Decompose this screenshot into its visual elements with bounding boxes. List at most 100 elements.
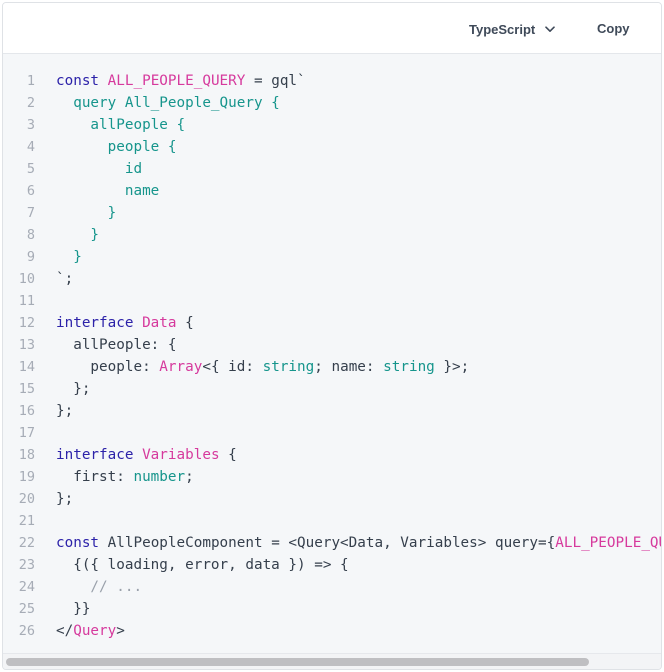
code-token: people { — [56, 139, 177, 155]
code-token: }; — [56, 403, 74, 419]
code-token: people: — [56, 359, 160, 375]
line-number: 5 — [26, 161, 35, 177]
code-token: }; — [56, 491, 74, 507]
code-token: const — [56, 73, 100, 89]
line-number: 13 — [18, 337, 35, 353]
code-text: `; — [56, 268, 73, 290]
code-token: first: — [56, 469, 134, 485]
code-editor: 1 const ALL_PEOPLE_QUERY = gql` 2 query Al… — [3, 54, 661, 669]
code-token: } — [56, 249, 82, 265]
line-number: 14 — [18, 359, 35, 375]
code-token: } — [56, 227, 100, 243]
code-token: { — [176, 315, 194, 331]
line-number: 16 — [18, 403, 35, 419]
line-number: 20 — [18, 491, 35, 507]
line-number: 15 — [18, 381, 35, 397]
code-text: id — [56, 158, 142, 180]
line-number: 4 — [26, 139, 35, 155]
code-token: string — [262, 359, 315, 375]
line-number: 26 — [18, 623, 35, 639]
code-text: } — [56, 246, 82, 268]
code-text: people { — [56, 136, 177, 158]
code-token: // ... — [56, 579, 143, 595]
code-token: `; — [56, 271, 74, 287]
code-token: name — [56, 183, 160, 199]
language-select[interactable]: TypeScript — [469, 19, 556, 39]
chevron-down-icon — [545, 25, 556, 32]
line-number: 12 — [18, 315, 35, 331]
code-token: allPeople { — [56, 117, 186, 133]
code-toolbar: TypeScript Copy — [3, 3, 661, 54]
code-token: string — [383, 359, 435, 375]
line-number: 2 — [26, 95, 35, 111]
code-token: > — [116, 623, 125, 639]
code-token: Data — [142, 315, 177, 331]
line-number: 8 — [26, 227, 35, 243]
code-text: }; — [56, 488, 73, 510]
code-token: interface — [56, 447, 134, 463]
scrollbar-thumb[interactable] — [6, 658, 589, 666]
code-text: first: number; — [56, 466, 194, 488]
code-text: }} — [56, 598, 90, 620]
code-token: ALL_PEOPLE_QUERY — [555, 535, 661, 551]
code-text: }; — [56, 378, 90, 400]
line-number: 17 — [18, 425, 35, 441]
line-number: 24 — [18, 579, 35, 595]
code-block: TypeScript Copy 1 const ALL_PEOPLE_QUERY … — [2, 2, 662, 670]
code-text: } — [56, 202, 117, 224]
line-number: 25 — [18, 601, 35, 617]
code-token: number — [133, 469, 186, 485]
line-number: 3 — [26, 117, 35, 133]
code-text: const ALL_PEOPLE_QUERY = gql` — [56, 70, 306, 92]
code-token: {({ loading, error, data }) => { — [56, 557, 349, 573]
line-number: 18 — [18, 447, 35, 463]
code-text: {({ loading, error, data }) => { — [56, 554, 349, 576]
code-token: } — [56, 205, 117, 221]
code-token: }} — [56, 601, 91, 617]
code-token: allPeople: { — [56, 337, 177, 353]
code-text: interface Variables { — [56, 444, 237, 466]
code-token: query All_People_Query { — [56, 95, 280, 111]
line-number: 19 — [18, 469, 35, 485]
code-token: </ — [56, 623, 74, 639]
line-number: 1 — [26, 73, 35, 89]
code-token: id — [56, 161, 143, 177]
line-number: 6 — [26, 183, 35, 199]
code-token: = gql` — [245, 73, 306, 89]
code-text: allPeople: { — [56, 334, 177, 356]
code-token: }; — [56, 381, 91, 397]
code-text: people: Array<{ id: string; name: string… — [56, 356, 469, 378]
line-number: 21 — [18, 513, 35, 529]
language-label: TypeScript — [469, 21, 536, 37]
code-token: <{ id: — [202, 359, 263, 375]
code-token: Query — [73, 623, 117, 639]
code-text: allPeople { — [56, 114, 185, 136]
horizontal-scrollbar[interactable] — [3, 653, 661, 669]
code-text: const AllPeopleComponent = <Query<Data, … — [56, 532, 661, 554]
code-text: // ... — [56, 576, 142, 598]
code-text: }; — [56, 400, 73, 422]
code-token: Array — [159, 359, 203, 375]
code-token: AllPeopleComponent = <Query<Data, Variab… — [99, 535, 556, 551]
line-number: 9 — [26, 249, 35, 265]
code-token: { — [219, 447, 237, 463]
code-text: query All_People_Query { — [56, 92, 280, 114]
line-number: 10 — [18, 271, 35, 287]
code-token: ; name: — [314, 359, 384, 375]
code-token: ; — [185, 469, 194, 485]
code-text: interface Data { — [56, 312, 194, 334]
line-number: 22 — [18, 535, 35, 551]
code-token: }>; — [434, 359, 470, 375]
code-text: </Query> — [56, 620, 125, 642]
copy-button[interactable]: Copy — [597, 19, 630, 39]
code-text: } — [56, 224, 99, 246]
code-token: ALL_PEOPLE_QUERY — [107, 73, 246, 89]
code-token: const — [56, 535, 100, 551]
code-token: interface — [56, 315, 134, 331]
line-number: 11 — [18, 293, 35, 309]
line-number: 23 — [18, 557, 35, 573]
code-text: name — [56, 180, 159, 202]
